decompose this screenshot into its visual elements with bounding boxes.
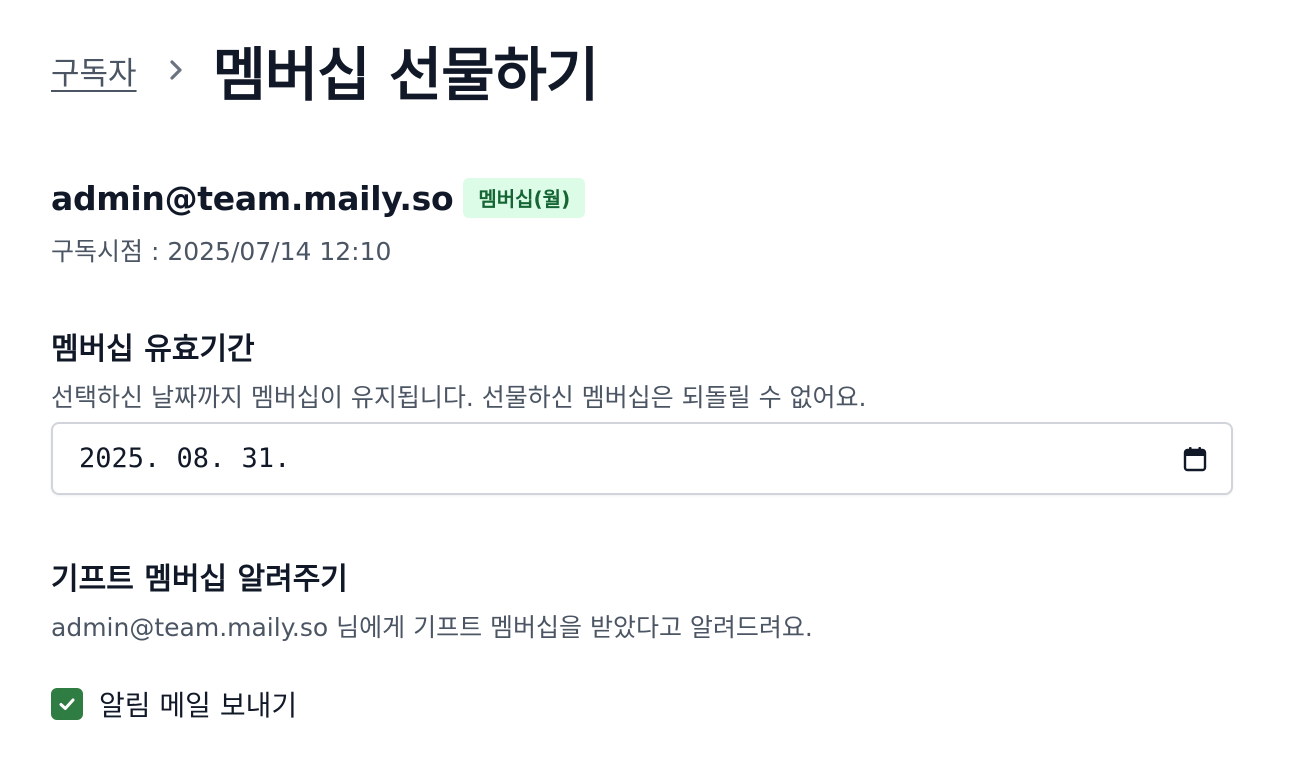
subscriber-info: admin@team.maily.so 멤버십(월) 구독시점 : 2025/0… <box>51 178 586 268</box>
validity-section: 멤버십 유효기간 선택하신 날짜까지 멤버십이 유지됩니다. 선물하신 멤버십은… <box>51 324 866 414</box>
expiry-date-input[interactable]: 2025. 08. 31. <box>51 422 1233 495</box>
notify-description: admin@team.maily.so 님에게 기프트 멤버십을 받았다고 알려… <box>51 613 813 642</box>
chevron-right-icon <box>161 55 191 85</box>
subscriber-email: admin@team.maily.so <box>51 178 454 218</box>
calendar-icon[interactable] <box>1181 445 1209 473</box>
send-notification-checkbox[interactable] <box>51 688 83 720</box>
page-title: 멤버십 선물하기 <box>212 41 600 109</box>
notify-section: 기프트 멤버십 알려주기 admin@team.maily.so 님에게 기프트… <box>51 554 813 644</box>
send-notification-label[interactable]: 알림 메일 보내기 <box>99 684 297 724</box>
gift-membership-page: 구독자 멤버십 선물하기 admin@team.maily.so 멤버십(월) … <box>0 0 1302 780</box>
breadcrumb: 구독자 멤버십 선물하기 <box>51 30 600 110</box>
checkmark-icon <box>59 698 75 710</box>
notify-title: 기프트 멤버십 알려주기 <box>51 562 348 597</box>
membership-badge: 멤버십(월) <box>463 178 586 218</box>
breadcrumb-subscribers-link[interactable]: 구독자 <box>51 48 137 93</box>
validity-title: 멤버십 유효기간 <box>51 332 255 367</box>
validity-description: 선택하신 날짜까지 멤버십이 유지됩니다. 선물하신 멤버십은 되돌릴 수 없어… <box>51 383 867 412</box>
send-notification-option[interactable]: 알림 메일 보내기 <box>51 684 297 724</box>
subscription-date: 구독시점 : 2025/07/14 12:10 <box>51 237 392 266</box>
expiry-date-value[interactable]: 2025. 08. 31. <box>79 443 290 474</box>
